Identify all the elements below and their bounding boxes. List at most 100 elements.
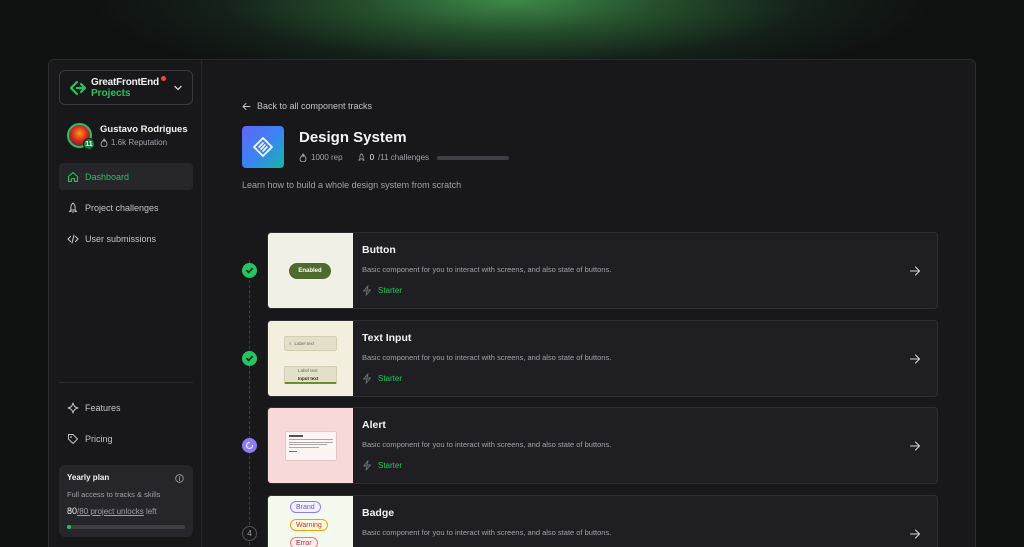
back-label: Back to all component tracks	[257, 101, 373, 111]
track-description: Learn how to build a whole design system…	[242, 180, 462, 190]
thumb-input-default: ⌕ Label text	[284, 336, 337, 351]
thumb-input-filled: Label text Input text	[284, 366, 337, 384]
challenge-description: Basic component for you to interact with…	[362, 528, 612, 537]
challenge-description: Basic component for you to interact with…	[362, 265, 612, 274]
thumb-badge-brand: Brand	[290, 501, 321, 513]
challenge-card-badge[interactable]: Brand Warning Error Badge Basic componen…	[267, 495, 938, 547]
user-profile[interactable]: 11 Gustavo Rodrigues 1.6k Reputation	[67, 121, 195, 151]
challenge-description: Basic component for you to interact with…	[362, 353, 612, 362]
challenges-total: /11 challenges	[378, 153, 430, 162]
plan-progress-fill	[67, 525, 71, 529]
difficulty-label: Starter	[378, 461, 403, 470]
flame-icon	[100, 138, 108, 147]
plan-description: Full access to tracks & skills	[67, 490, 161, 499]
check-icon	[246, 355, 253, 362]
bolt-icon	[363, 285, 371, 296]
sidebar-item-project-challenges[interactable]: Project challenges	[59, 194, 193, 221]
main-content: Back to all component tracks Design Syst…	[203, 60, 975, 547]
difficulty-label: Starter	[378, 374, 403, 383]
bolt-icon	[363, 373, 371, 384]
sidebar: GreatFrontEnd Projects 11 Gustavo Rodrig…	[49, 60, 202, 547]
challenge-title: Alert	[362, 419, 386, 431]
arrow-right-icon	[909, 529, 921, 539]
challenge-title: Badge	[362, 507, 395, 519]
thumb-alert-preview	[285, 431, 337, 461]
arrow-right-icon	[909, 266, 921, 276]
sidebar-item-label: Features	[85, 402, 121, 413]
track-progress-bar	[437, 155, 510, 160]
step-complete-marker	[242, 263, 257, 278]
timeline-line	[249, 260, 250, 547]
thumb-enabled-pill: Enabled	[289, 263, 331, 279]
unlocks-count: 80	[67, 506, 78, 516]
back-link[interactable]: Back to all component tracks	[242, 101, 372, 111]
sidebar-item-label: Project challenges	[85, 202, 159, 213]
challenges-done: 0	[369, 153, 375, 162]
brand-name: GreatFrontEnd	[91, 76, 159, 88]
arrow-left-icon	[242, 102, 251, 110]
step-number-marker: 4	[242, 526, 257, 541]
sidebar-item-dashboard[interactable]: Dashboard	[59, 163, 193, 190]
challenge-thumbnail: Enabled	[268, 233, 353, 308]
challenge-thumbnail	[268, 408, 353, 483]
sparkle-icon	[67, 402, 79, 413]
thumb-badge-error: Error	[290, 537, 318, 547]
arrow-right-icon	[909, 441, 921, 451]
challenge-title: Text Input	[362, 332, 412, 344]
sidebar-item-features[interactable]: Features	[59, 394, 193, 421]
logo-icon	[70, 80, 86, 95]
user-name: Gustavo Rodrigues	[100, 124, 188, 135]
notification-dot	[161, 76, 166, 81]
reputation-label: 1.6k Reputation	[111, 138, 168, 147]
rocket-icon	[69, 202, 77, 213]
difficulty-badge: Starter	[362, 373, 402, 384]
plan-card: Yearly plan Full access to tracks & skil…	[59, 465, 193, 537]
tag-icon	[68, 433, 78, 444]
chevron-down-icon	[174, 85, 182, 91]
progress-arc-icon	[245, 441, 254, 450]
sidebar-item-pricing[interactable]: Pricing	[59, 425, 193, 452]
track-meta: 1000 rep 0/11 challenges	[299, 153, 510, 162]
info-icon[interactable]	[175, 474, 184, 483]
sidebar-item-label: User submissions	[85, 233, 157, 244]
sidebar-item-label: Dashboard	[85, 171, 130, 182]
sidebar-item-user-submissions[interactable]: User submissions	[59, 225, 193, 252]
difficulty-badge: Starter	[362, 460, 402, 471]
thumb-badge-warning: Warning	[290, 519, 328, 531]
arrow-right-icon	[909, 354, 921, 364]
design-system-icon	[253, 137, 273, 157]
brand-switcher[interactable]: GreatFrontEnd Projects	[59, 70, 193, 105]
plan-title: Yearly plan	[67, 473, 110, 482]
thumb-input-value: Input text	[298, 376, 319, 381]
challenge-card-button[interactable]: Enabled Button Basic component for you t…	[267, 232, 938, 309]
track-icon	[242, 126, 284, 168]
user-reputation: 1.6k Reputation	[100, 138, 167, 147]
track-challenges: 0/11 challenges	[357, 153, 510, 162]
app-window: GreatFrontEnd Projects 11 Gustavo Rodrig…	[48, 59, 976, 547]
challenge-thumbnail: Brand Warning Error	[268, 496, 353, 547]
difficulty-label: Starter	[378, 286, 403, 295]
challenge-description: Basic component for you to interact with…	[362, 440, 612, 449]
challenge-title: Button	[362, 244, 396, 256]
unlocks-suffix: left	[143, 507, 157, 516]
step-complete-marker	[242, 351, 257, 366]
code-icon	[67, 233, 79, 244]
thumb-input-label: Label text	[294, 341, 315, 346]
home-icon	[67, 171, 79, 182]
bolt-icon	[363, 460, 371, 471]
sidebar-divider	[59, 382, 193, 383]
unlocks-link[interactable]: /80 project unlocks	[77, 507, 144, 516]
challenge-card-alert[interactable]: Alert Basic component for you to interac…	[267, 407, 938, 484]
challenge-card-text-input[interactable]: ⌕ Label text Label text Input text Text In…	[267, 320, 938, 397]
search-icon: ⌕	[289, 341, 292, 346]
brand-product: Projects	[91, 87, 131, 99]
page-title: Design System	[299, 129, 407, 146]
plan-progress-bar	[67, 525, 185, 529]
track-rep: 1000 rep	[299, 153, 343, 162]
step-in-progress-marker	[242, 438, 257, 453]
level-badge: 11	[83, 138, 95, 150]
rocket-icon	[357, 153, 365, 161]
plan-unlocks: 80/80 project unlocks left	[67, 506, 185, 516]
rep-label: 1000 rep	[311, 153, 343, 162]
difficulty-badge: Starter	[362, 285, 402, 296]
